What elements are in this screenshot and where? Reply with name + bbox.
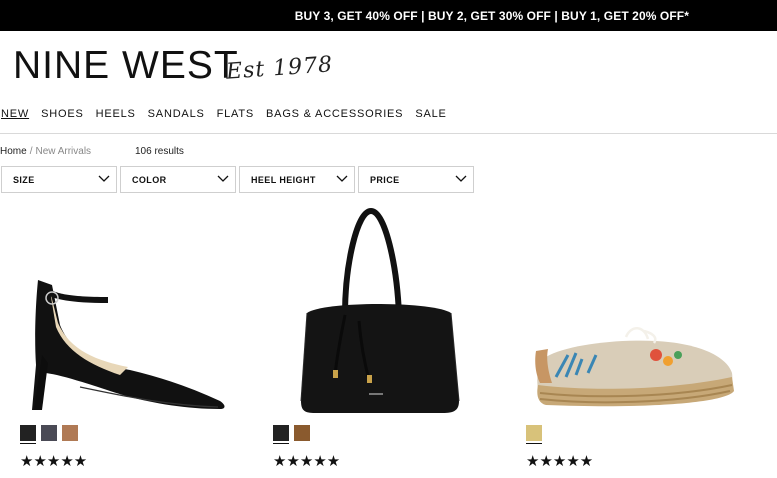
color-swatches: [526, 425, 547, 444]
swatch[interactable]: [41, 425, 57, 441]
swatch[interactable]: [273, 425, 289, 444]
nav-item-sandals[interactable]: SANDALS: [148, 108, 205, 124]
nav-divider: [0, 133, 777, 134]
main-nav: NEW SHOES HEELS SANDALS FLATS BAGS & ACC…: [0, 108, 459, 124]
filter-price-label: PRICE: [370, 175, 400, 185]
breadcrumb: Home / New Arrivals: [0, 146, 91, 157]
product-image-tote[interactable]: [273, 205, 526, 415]
chevron-down-icon: [455, 175, 467, 182]
nav-item-heels[interactable]: HEELS: [96, 108, 136, 124]
swatch[interactable]: [62, 425, 78, 441]
filter-heel-height[interactable]: HEEL HEIGHT: [239, 166, 355, 193]
filter-price[interactable]: PRICE: [358, 166, 474, 193]
star-rating: ★★★★★: [20, 453, 88, 470]
breadcrumb-current[interactable]: New Arrivals: [35, 146, 91, 157]
breadcrumb-separator: /: [29, 146, 33, 157]
nav-item-flats[interactable]: FLATS: [217, 108, 254, 124]
chevron-down-icon: [336, 175, 348, 182]
chevron-down-icon: [217, 175, 229, 182]
filter-size[interactable]: SIZE: [1, 166, 117, 193]
nav-item-sale[interactable]: SALE: [415, 108, 446, 124]
filter-heel-height-label: HEEL HEIGHT: [251, 175, 316, 185]
brand-logo[interactable]: NINE WEST: [13, 44, 239, 88]
swatch[interactable]: [526, 425, 542, 444]
breadcrumb-home[interactable]: Home: [0, 146, 27, 157]
star-rating: ★★★★★: [273, 453, 341, 470]
results-count: 106 results: [135, 146, 184, 157]
nav-item-shoes[interactable]: SHOES: [41, 108, 84, 124]
filter-size-label: SIZE: [13, 175, 35, 185]
star-rating: ★★★★★: [526, 453, 594, 470]
brand-tagline: Est 1978: [225, 52, 334, 85]
promo-bar[interactable]: BUY 3, GET 40% OFF | BUY 2, GET 30% OFF …: [0, 0, 777, 31]
product-image-espadrille[interactable]: [526, 205, 777, 415]
chevron-down-icon: [98, 175, 110, 182]
color-swatches: [273, 425, 315, 444]
filter-color[interactable]: COLOR: [120, 166, 236, 193]
promo-text[interactable]: BUY 3, GET 40% OFF | BUY 2, GET 30% OFF …: [295, 9, 689, 23]
nav-item-new[interactable]: NEW: [1, 108, 29, 124]
swatch[interactable]: [294, 425, 310, 441]
filter-color-label: COLOR: [132, 175, 167, 185]
nav-item-bags-accessories[interactable]: BAGS & ACCESSORIES: [266, 108, 403, 124]
product-image-pump[interactable]: [20, 205, 273, 415]
color-swatches: [20, 425, 83, 444]
swatch[interactable]: [20, 425, 36, 444]
